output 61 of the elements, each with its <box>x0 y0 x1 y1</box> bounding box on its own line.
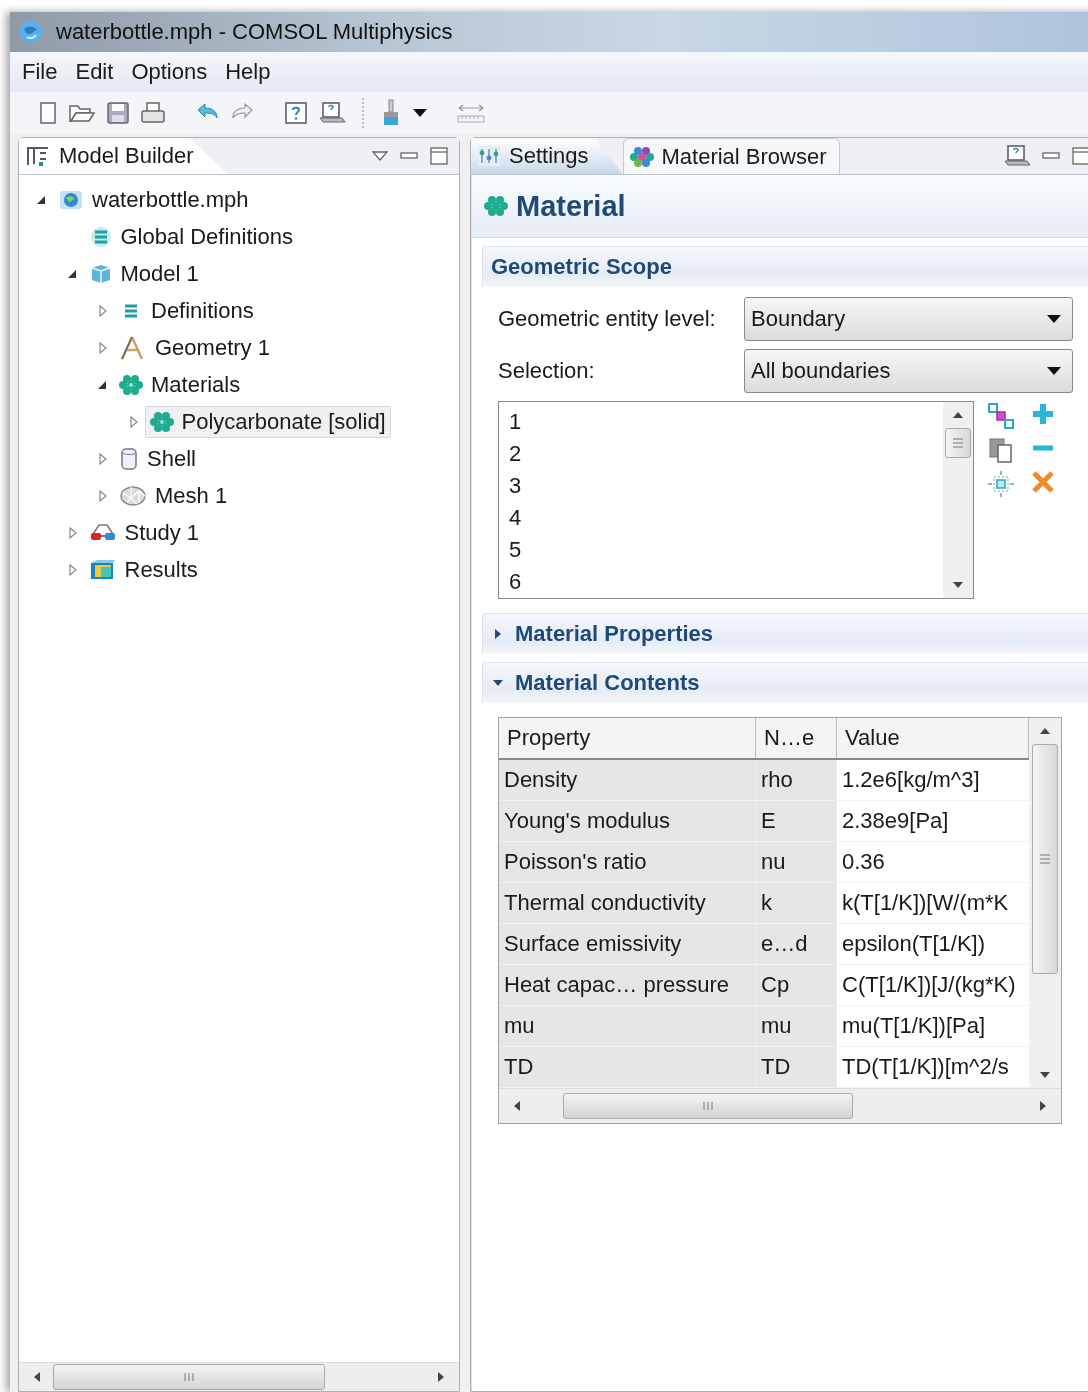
table-cell: 0.36 <box>836 841 1029 883</box>
tree-item[interactable]: Polycarbonate [solid] <box>144 405 391 438</box>
table-cell: TD <box>499 1046 756 1088</box>
selection-list[interactable]: 1 2 3 4 5 6 <box>498 401 974 599</box>
panel-tab[interactable]: Material Browser <box>622 138 840 174</box>
tree-item[interactable]: waterbottle.mph <box>53 183 254 216</box>
table-cell: nu <box>755 841 837 883</box>
dropdown[interactable]: All boundaries <box>744 349 1073 393</box>
table-cell: TD <box>755 1046 837 1088</box>
tree-item[interactable]: Global Definitions <box>83 220 298 253</box>
table-cell: Heat capac… pressure <box>499 964 756 1006</box>
table-cell: epsilon(T[1/K]) <box>836 923 1029 965</box>
table-cell: rho <box>755 759 837 801</box>
table-cell: 1.2e6[kg/m^3] <box>836 759 1029 801</box>
table-cell: mu <box>755 1005 837 1047</box>
table-cell: mu <box>499 1005 756 1047</box>
menu-item[interactable]: Edit <box>69 57 120 87</box>
tree-item[interactable]: Study 1 <box>83 516 205 549</box>
tree-item[interactable]: Results <box>83 553 203 586</box>
table-cell: Cp <box>755 964 837 1006</box>
column-header[interactable]: Property <box>499 718 756 759</box>
menu-item[interactable]: File <box>16 57 64 87</box>
table-cell: Density <box>499 759 756 801</box>
list-item[interactable]: 3 <box>509 470 933 502</box>
tree-item[interactable]: Shell <box>114 442 201 475</box>
settings-heading: Material <box>516 189 626 223</box>
tree-item[interactable]: Model 1 <box>83 257 204 290</box>
menu-item[interactable]: Help <box>219 57 277 87</box>
table-cell: k <box>755 882 837 924</box>
table-cell: TD(T[1/K])[m^2/s <box>836 1046 1029 1088</box>
field-label: Selection: <box>498 358 596 384</box>
section-header[interactable]: Material Properties <box>482 613 1088 654</box>
table-cell: mu(T[1/K])[Pa] <box>836 1005 1029 1047</box>
tree-item[interactable]: Mesh 1 <box>114 479 233 512</box>
section-header[interactable]: Geometric Scope <box>482 246 1088 287</box>
table-cell: Poisson's ratio <box>499 841 756 883</box>
panel-tab[interactable]: Settings <box>471 138 623 174</box>
column-header[interactable]: Value <box>836 718 1029 759</box>
window-title: waterbottle.mph - COMSOL Multiphysics <box>56 19 453 45</box>
dropdown[interactable]: Boundary <box>744 297 1073 341</box>
column-header[interactable]: N…e <box>755 718 837 759</box>
tree-item[interactable]: Geometry 1 <box>114 331 275 364</box>
table-cell: Thermal conductivity <box>499 882 756 924</box>
section-header[interactable]: Material Contents <box>482 662 1088 703</box>
list-item[interactable]: 2 <box>509 438 933 470</box>
tree-item[interactable]: Definitions <box>114 294 259 327</box>
list-item[interactable]: 1 <box>509 406 933 438</box>
list-item[interactable]: 5 <box>509 534 933 566</box>
field-label: Geometric entity level: <box>498 306 717 332</box>
table-cell: k(T[1/K])[W/(m*K <box>836 882 1029 924</box>
list-item[interactable]: 6 <box>509 566 933 598</box>
model-builder-tab[interactable]: Model Builder <box>19 138 228 174</box>
table-cell: C(T[1/K])[J/(kg*K) <box>836 964 1029 1006</box>
list-item[interactable]: 4 <box>509 502 933 534</box>
table-cell: Surface emissivity <box>499 923 756 965</box>
table-cell: Young's modulus <box>499 800 756 842</box>
table-cell: e…d <box>755 923 837 965</box>
menu-item[interactable]: Options <box>125 57 214 87</box>
tree-item[interactable]: Materials <box>114 368 246 401</box>
table-cell: 2.38e9[Pa] <box>836 800 1029 842</box>
table-cell: E <box>755 800 837 842</box>
